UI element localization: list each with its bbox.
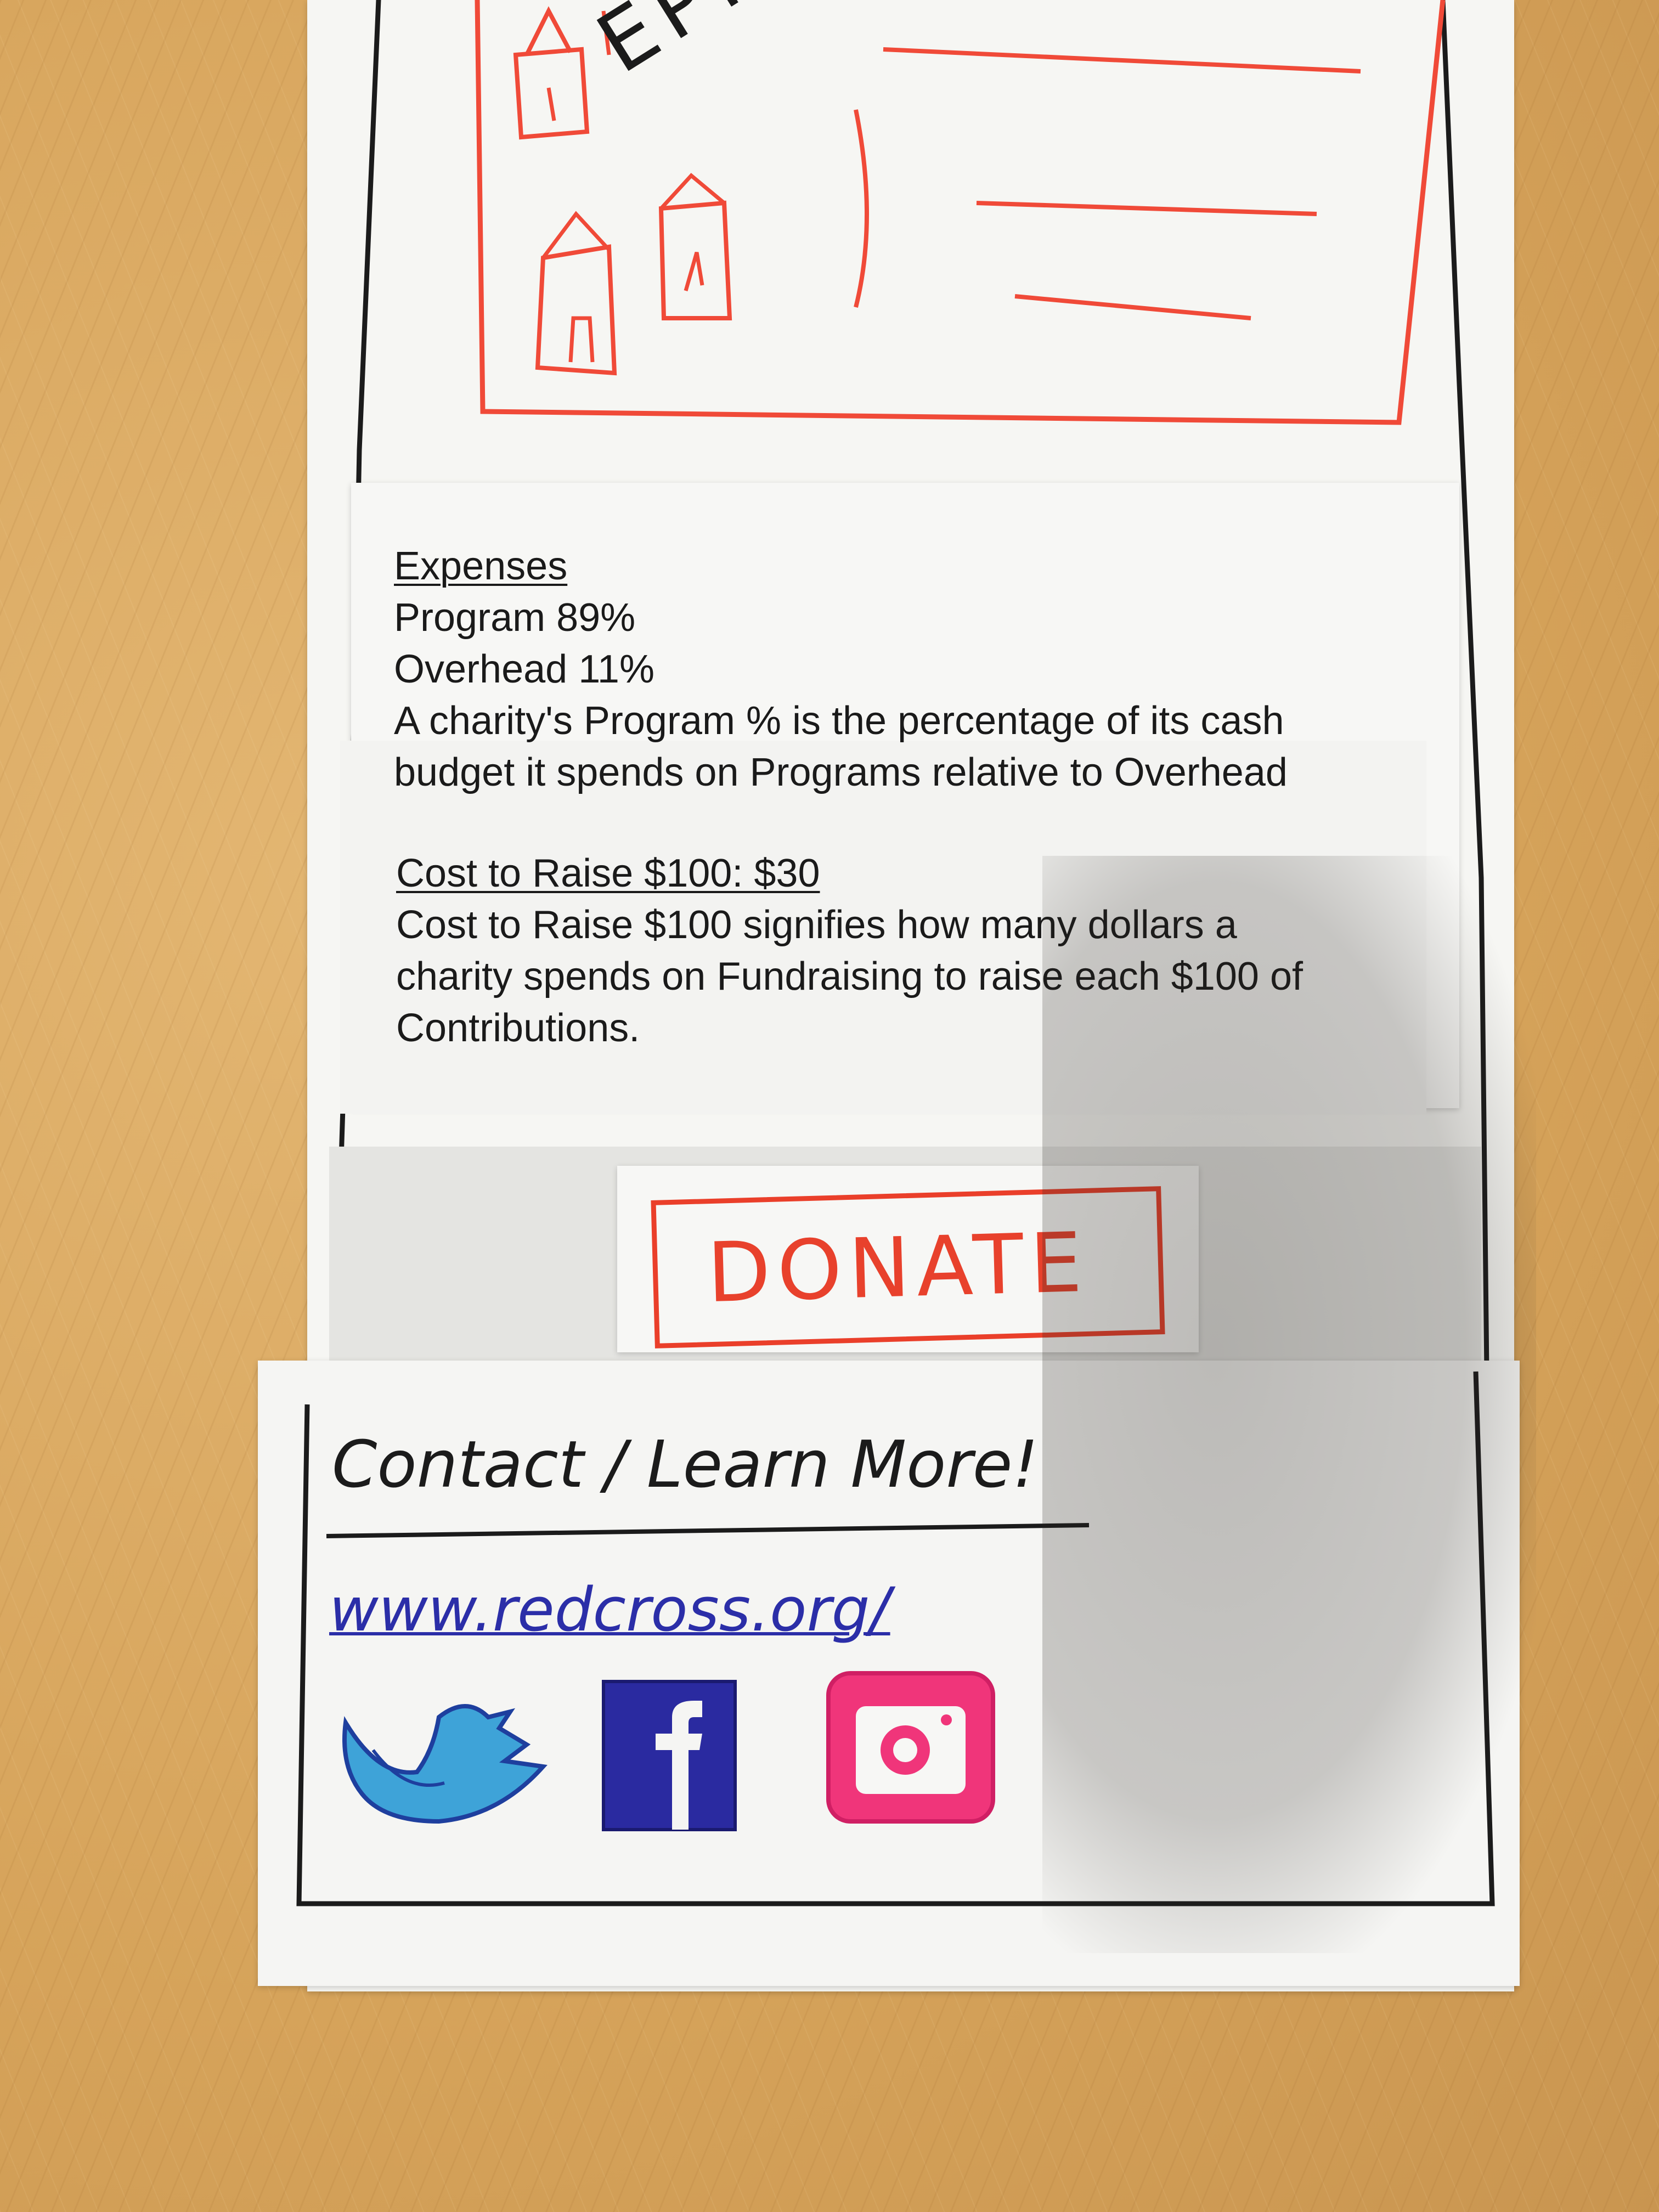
contact-frame — [296, 1371, 1495, 1906]
contact-website-link[interactable]: www.redcross.org/ — [329, 1575, 890, 1645]
instagram-icon[interactable] — [823, 1668, 998, 1827]
contact-underline — [326, 1523, 1090, 1538]
contact-website-url: www.redcross.org/ — [329, 1575, 890, 1645]
facebook-icon[interactable] — [601, 1679, 738, 1832]
contact-heading: Contact / Learn More! — [332, 1426, 1039, 1502]
twitter-icon[interactable] — [335, 1684, 554, 1827]
